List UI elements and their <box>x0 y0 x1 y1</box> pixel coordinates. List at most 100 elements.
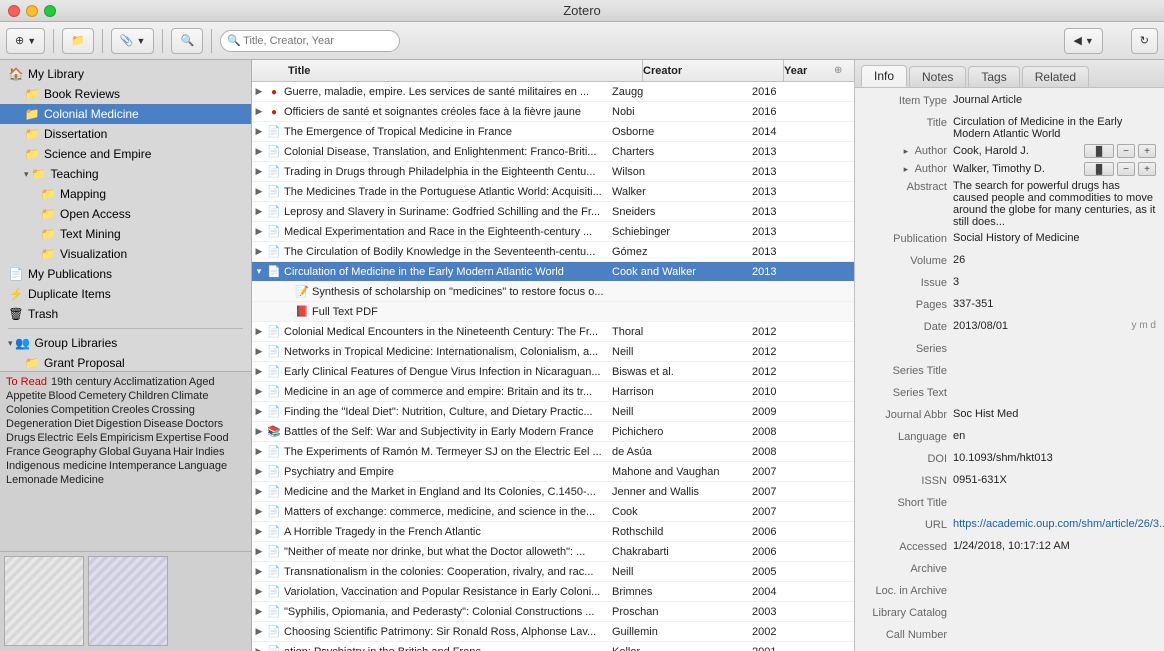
author2-triangle-icon[interactable]: ▸ <box>904 164 909 174</box>
row-expander[interactable]: ▶ <box>252 506 266 517</box>
row-expander[interactable]: ▶ <box>252 406 266 417</box>
author1-plus-button[interactable]: + <box>1138 144 1156 158</box>
tag-degeneration[interactable]: Degeneration <box>6 418 72 430</box>
row-expander[interactable]: ▶ <box>252 186 266 197</box>
tag-doctors[interactable]: Doctors <box>185 418 223 430</box>
publication-value[interactable]: Social History of Medicine <box>953 232 1156 244</box>
url-value[interactable]: https://academic.oup.com/shm/article/26/… <box>953 518 1164 530</box>
tag-accl[interactable]: Acclimatization <box>114 376 187 388</box>
language-value[interactable]: en <box>953 430 1156 442</box>
row-expander[interactable]: ▶ <box>252 606 266 617</box>
table-row-child[interactable]: 📕 Full Text PDF <box>252 302 854 322</box>
author1-type-toggle[interactable]: ▐▌ <box>1084 144 1114 158</box>
window-controls[interactable] <box>8 5 56 17</box>
tag-cemetery[interactable]: Cemetery <box>79 390 127 402</box>
sidebar-item-book-reviews[interactable]: 📁 Book Reviews <box>0 84 251 104</box>
table-row[interactable]: ▶ 📄 The Emergence of Tropical Medicine i… <box>252 122 854 142</box>
issue-value[interactable]: 3 <box>953 276 1156 288</box>
row-expander[interactable]: ▶ <box>252 646 266 651</box>
sidebar-item-trash[interactable]: 🗑 Trash <box>0 304 251 324</box>
tag-france[interactable]: France <box>6 446 40 458</box>
table-row[interactable]: ▶ 📄 Colonial Medical Encounters in the N… <box>252 322 854 342</box>
table-row[interactable]: ▶ 📄 Networks in Tropical Medicine: Inter… <box>252 342 854 362</box>
new-item-button[interactable]: ⊕ ▼ <box>6 28 45 54</box>
sidebar-item-grant-proposal[interactable]: 📁 Grant Proposal <box>0 353 251 371</box>
table-row[interactable]: ▶ 📄 Medical Experimentation and Race in … <box>252 222 854 242</box>
table-row[interactable]: ▶ 📄 A Horrible Tragedy in the French Atl… <box>252 522 854 542</box>
author2-value[interactable]: Walker, Timothy D. <box>953 163 1080 175</box>
row-expander[interactable]: ▶ <box>252 326 266 337</box>
minimize-button[interactable] <box>26 5 38 17</box>
pages-value[interactable]: 337-351 <box>953 298 1156 310</box>
author1-minus-button[interactable]: − <box>1117 144 1135 158</box>
table-row[interactable]: ▶ 📄 The Medicines Trade in the Portugues… <box>252 182 854 202</box>
tag-crossing[interactable]: Crossing <box>151 404 194 416</box>
table-row[interactable]: ▶ 📄 ation: Psychiatry in the British and… <box>252 642 854 651</box>
tag-geography[interactable]: Geography <box>42 446 96 458</box>
add-attachment-button[interactable]: 📎 ▼ <box>111 28 155 54</box>
row-expander[interactable]: ▶ <box>252 586 266 597</box>
table-row[interactable]: ▶ 📄 Colonial Disease, Translation, and E… <box>252 142 854 162</box>
row-expander[interactable]: ▶ <box>252 246 266 257</box>
column-header-year[interactable]: Year <box>784 65 834 77</box>
tag-aged[interactable]: Aged <box>189 376 215 388</box>
sidebar-item-teaching[interactable]: ▾ 📁 Teaching <box>0 164 251 184</box>
author2-type-toggle[interactable]: ▐▌ <box>1084 162 1114 176</box>
tag-indies[interactable]: Indies <box>195 446 224 458</box>
maximize-button[interactable] <box>44 5 56 17</box>
table-row[interactable]: ▶ 📄 Variolation, Vaccination and Popular… <box>252 582 854 602</box>
tag-to-read[interactable]: To Read <box>6 376 47 388</box>
date-value[interactable]: 2013/08/01 <box>953 320 1128 332</box>
tag-hair[interactable]: Hair <box>173 446 193 458</box>
table-row[interactable]: ▶ 📄 Trading in Drugs through Philadelphi… <box>252 162 854 182</box>
table-row[interactable]: ▶ 📄 "Syphilis, Opiomania, and Pederasty"… <box>252 602 854 622</box>
tag-creoles[interactable]: Creoles <box>112 404 150 416</box>
sidebar-item-dissertation[interactable]: 📁 Dissertation <box>0 124 251 144</box>
tag-competition[interactable]: Competition <box>51 404 110 416</box>
tag-colonies[interactable]: Colonies <box>6 404 49 416</box>
row-expander[interactable]: ▶ <box>252 386 266 397</box>
table-row[interactable]: ▶ 📄 Early Clinical Features of Dengue Vi… <box>252 362 854 382</box>
tag-drugs[interactable]: Drugs <box>6 432 35 444</box>
table-row[interactable]: ▶ 📚 Battles of the Self: War and Subject… <box>252 422 854 442</box>
tag-food[interactable]: Food <box>204 432 229 444</box>
row-expander[interactable]: ▶ <box>252 486 266 497</box>
row-expander[interactable]: ▶ <box>252 346 266 357</box>
table-row[interactable]: ▶ ● Guerre, maladie, empire. Les service… <box>252 82 854 102</box>
row-expander[interactable]: ▶ <box>252 366 266 377</box>
sidebar-item-open-access[interactable]: 📁 Open Access <box>0 204 251 224</box>
tag-children[interactable]: Children <box>128 390 169 402</box>
tag-appetite[interactable]: Appetite <box>6 390 46 402</box>
row-expander[interactable]: ▶ <box>252 626 266 637</box>
row-expander[interactable]: ▶ <box>252 126 266 137</box>
table-row-selected[interactable]: ▾ 📄 Circulation of Medicine in the Early… <box>252 262 854 282</box>
row-expander[interactable]: ▶ <box>252 166 266 177</box>
table-row[interactable]: ▶ 📄 Medicine and the Market in England a… <box>252 482 854 502</box>
tab-notes[interactable]: Notes <box>909 66 966 87</box>
sidebar-item-my-library[interactable]: 🏠 My Library <box>0 64 251 84</box>
sidebar-item-my-publications[interactable]: 📄 My Publications <box>0 264 251 284</box>
add-column-button[interactable]: ⊕ <box>834 65 854 76</box>
table-row[interactable]: ▶ 📄 Medicine in an age of commerce and e… <box>252 382 854 402</box>
row-expander[interactable]: ▶ <box>252 546 266 557</box>
sidebar-item-text-mining[interactable]: 📁 Text Mining <box>0 224 251 244</box>
tag-guyana[interactable]: Guyana <box>132 446 171 458</box>
sidebar-item-duplicate-items[interactable]: ⚡ Duplicate Items <box>0 284 251 304</box>
table-row[interactable]: ▶ 📄 "Neither of meate nor drinke, but wh… <box>252 542 854 562</box>
table-row[interactable]: ▶ 📄 Psychiatry and Empire Mahone and Vau… <box>252 462 854 482</box>
row-expander[interactable]: ▶ <box>252 446 266 457</box>
accessed-value[interactable]: 1/24/2018, 10:17:12 AM <box>953 540 1156 552</box>
title-value[interactable]: Circulation of Medicine in the Early Mod… <box>953 116 1156 140</box>
sync-button[interactable]: ↻ <box>1131 28 1158 54</box>
table-row[interactable]: ▶ 📄 Transnationalism in the colonies: Co… <box>252 562 854 582</box>
row-expander[interactable]: ▶ <box>252 526 266 537</box>
table-row-child[interactable]: 📝 Synthesis of scholarship on "medicines… <box>252 282 854 302</box>
tag-digestion[interactable]: Digestion <box>96 418 142 430</box>
tab-related[interactable]: Related <box>1022 66 1089 87</box>
row-expander[interactable]: ▶ <box>252 466 266 477</box>
tag-blood[interactable]: Blood <box>48 390 76 402</box>
sidebar-item-mapping[interactable]: 📁 Mapping <box>0 184 251 204</box>
tag-global[interactable]: Global <box>99 446 131 458</box>
author1-value[interactable]: Cook, Harold J. <box>953 145 1080 157</box>
column-header-title[interactable]: Title <box>282 65 642 77</box>
